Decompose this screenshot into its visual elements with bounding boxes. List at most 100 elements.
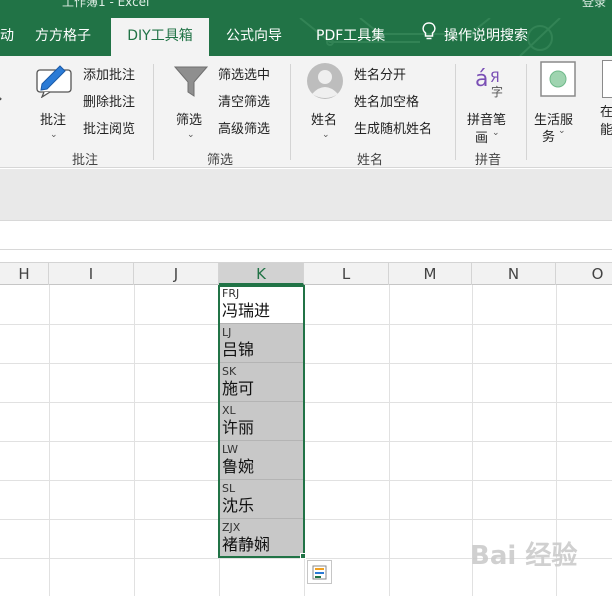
filter-selected-button[interactable]: 筛选选中 (218, 64, 270, 83)
cell-k-name[interactable]: ZJX 褚静娴 (219, 519, 304, 558)
svg-text:字: 字 (491, 84, 503, 99)
column-header[interactable]: N (472, 263, 556, 285)
group-label-filter: 筛选 (207, 153, 234, 168)
tell-me-search[interactable]: 操作说明搜索 (422, 18, 528, 56)
filter-label: 筛选 (176, 113, 203, 128)
window-title: 工作簿1 - Excel (62, 0, 150, 9)
svg-text:á: á (475, 67, 488, 92)
chevron-down-icon: ⌄ (492, 128, 500, 138)
clear-filter-button[interactable]: 清空筛选 (218, 91, 270, 110)
filter-funnel-icon (173, 64, 209, 104)
grid-line (0, 402, 612, 403)
grid-line (0, 441, 612, 442)
person-name: 许丽 (222, 418, 255, 437)
cell-k-name[interactable]: LW 鲁婉 (219, 441, 304, 480)
life-service-button[interactable]: 生活服 务 ⌄ (532, 60, 588, 146)
pinyin-label-line2: 画 (475, 131, 489, 146)
grid-line (0, 363, 612, 364)
group-divider (526, 64, 527, 160)
column-header[interactable]: J (134, 263, 219, 285)
pinyin-initials: SK (222, 365, 237, 378)
partial-chevron: › (0, 92, 2, 105)
person-name: 沈乐 (222, 496, 255, 515)
pinyin-initials: SL (222, 482, 236, 495)
life-service-icon (539, 60, 579, 104)
pinyin-icon: áЯ字 (473, 64, 509, 104)
split-name-button[interactable]: 姓名分开 (354, 64, 406, 83)
partial-label-line2: 能 (600, 123, 612, 138)
comment-pencil-icon (34, 64, 74, 102)
cell-k-name[interactable]: SL 沈乐 (219, 480, 304, 519)
cell-k-name[interactable]: LJ 吕锦 (219, 324, 304, 363)
group-label-annotation: 批注 (72, 153, 99, 168)
grid-line (0, 519, 612, 520)
group-divider (153, 64, 154, 160)
formula-bar[interactable] (0, 220, 612, 250)
pinyin-initials: ZJX (222, 521, 241, 534)
column-header[interactable]: H (0, 263, 49, 285)
pinyin-stroke-button[interactable]: áЯ字 拼音笔 画 ⌄ (462, 62, 520, 146)
filter-button[interactable]: 筛选 ⌄ (170, 62, 214, 146)
person-name: 冯瑞进 (222, 301, 271, 320)
sign-in-link[interactable]: 登录 (582, 0, 606, 10)
comment-label: 批注 (40, 113, 67, 128)
pinyin-initials: XL (222, 404, 236, 417)
partial-label-line1: 在 (600, 105, 612, 120)
column-headers: H I J K L M N O (0, 262, 612, 285)
grid-line (0, 324, 612, 325)
pinyin-initials: LJ (222, 326, 232, 339)
column-header[interactable]: I (49, 263, 134, 285)
formula-area-band (0, 169, 612, 220)
group-label-name: 姓名 (357, 153, 384, 168)
group-label-pinyin: 拼音 (475, 153, 502, 168)
tab-pdf-tools[interactable]: PDF工具集 (316, 18, 385, 56)
column-header-selected[interactable]: K (219, 263, 304, 285)
person-name: 吕锦 (222, 340, 255, 359)
tab-formula-wizard[interactable]: 公式向导 (226, 18, 282, 56)
comment-button[interactable]: 批注 ⌄ (30, 62, 76, 146)
pinyin-initials: FRJ (222, 287, 240, 300)
cell-k-name[interactable]: XL 许丽 (219, 402, 304, 441)
pinyin-initials: LW (222, 443, 238, 456)
search-label: 操作说明搜索 (444, 28, 528, 44)
chevron-down-icon: ⌄ (558, 126, 566, 136)
ribbon-tab-bar: 动 方方格子 DIY工具箱 公式向导 PDF工具集 操作说明搜索 (0, 18, 612, 56)
group-divider (290, 64, 291, 160)
watermark: Bai 经验 (470, 541, 578, 571)
title-bar: 工作簿1 - Excel 登录 (0, 0, 612, 18)
chevron-down-icon: ⌄ (187, 130, 195, 140)
column-header[interactable]: O (556, 263, 612, 285)
name-button[interactable]: 姓名 ⌄ (305, 62, 349, 146)
quick-analysis-button[interactable] (307, 560, 332, 584)
tab-partial[interactable]: 动 (0, 18, 14, 56)
person-icon (305, 62, 345, 104)
column-header[interactable]: M (389, 263, 472, 285)
chevron-down-icon: ⌄ (50, 130, 58, 140)
person-name: 鲁婉 (222, 457, 255, 476)
life-service-label-line2: 务 (542, 130, 556, 145)
ribbon: › 批注 ⌄ 添加批注 删除批注 批注阅览 批注 筛选 ⌄ 筛选选中 清空筛选 … (0, 56, 612, 168)
person-name: 施可 (222, 379, 255, 398)
column-header[interactable]: L (304, 263, 389, 285)
cell-k-name[interactable]: FRJ 冯瑞进 (219, 285, 304, 324)
group-divider (455, 64, 456, 160)
chevron-down-icon: ⌄ (322, 130, 330, 140)
grid-line (0, 480, 612, 481)
advanced-filter-button[interactable]: 高级筛选 (218, 118, 270, 137)
lightbulb-icon (422, 18, 436, 54)
tab-fangfang[interactable]: 方方格子 (35, 18, 91, 56)
worksheet-grid[interactable]: FRJ 冯瑞进 LJ 吕锦 SK 施可 XL 许丽 LW 鲁婉 SL 沈乐 ZJ… (0, 285, 612, 596)
random-name-button[interactable]: 生成随机姓名 (354, 118, 432, 137)
cell-k-name[interactable]: SK 施可 (219, 363, 304, 402)
svg-text:Я: Я (490, 70, 500, 86)
add-comment-button[interactable]: 添加批注 (83, 64, 135, 83)
person-name: 褚静娴 (222, 535, 271, 554)
fill-handle[interactable] (300, 553, 306, 559)
read-comment-button[interactable]: 批注阅览 (83, 118, 135, 137)
tab-diy-toolbox[interactable]: DIY工具箱 (111, 18, 209, 56)
quick-analysis-icon (308, 565, 331, 587)
name-add-space-button[interactable]: 姓名加空格 (354, 91, 419, 110)
partial-button-icon[interactable] (602, 60, 612, 98)
name-label: 姓名 (311, 113, 338, 128)
delete-comment-button[interactable]: 删除批注 (83, 91, 135, 110)
